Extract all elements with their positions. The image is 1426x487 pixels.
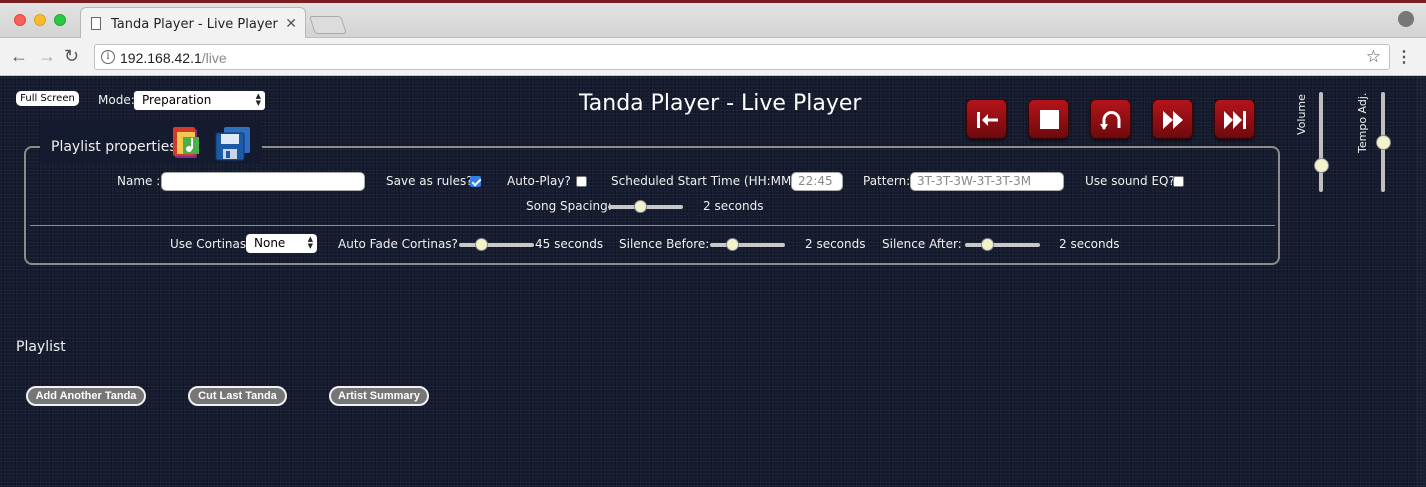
save-as-rules-label: Save as rules? : xyxy=(386,174,481,188)
volume-label: Volume xyxy=(1295,94,1308,135)
playlist-heading: Playlist xyxy=(16,339,66,355)
playlist-properties-legend: Playlist properties xyxy=(40,122,262,164)
bookmark-star-icon[interactable]: ☆ xyxy=(1366,47,1381,67)
address-bar[interactable]: i 192.168.42.1/live ☆ xyxy=(94,44,1390,70)
select-arrows-icon: ▲ ▼ xyxy=(255,92,261,107)
silence-after-value: 2 seconds xyxy=(1059,237,1120,251)
use-cortinas-select[interactable]: None ▲ ▼ xyxy=(246,234,317,253)
name-label: Name : xyxy=(117,174,161,188)
stop-icon xyxy=(1040,110,1059,129)
select-arrows-icon: ▲ ▼ xyxy=(307,235,313,250)
new-tab-button[interactable] xyxy=(309,16,347,34)
info-icon[interactable]: i xyxy=(101,50,115,64)
silence-after-label: Silence After: xyxy=(882,237,962,251)
use-cortinas-label: Use Cortinas: xyxy=(170,237,251,251)
full-screen-button[interactable]: Full Screen xyxy=(16,91,79,106)
page-content: Full Screen Mode: Preparation ▲ ▼ Tanda P… xyxy=(0,76,1426,487)
stop-button[interactable] xyxy=(1028,99,1069,139)
repeat-icon xyxy=(1100,111,1121,130)
browser-tab-bar: Tanda Player - Live Player ✕ xyxy=(0,0,1426,39)
pattern-input[interactable]: 3T-3T-3W-3T-3T-3M xyxy=(910,172,1064,191)
profile-icon[interactable] xyxy=(1398,11,1414,27)
song-spacing-label: Song Spacing: xyxy=(526,199,612,213)
page-scrollbar[interactable] xyxy=(1416,76,1426,487)
mode-select[interactable]: Preparation ▲ ▼ xyxy=(134,91,265,110)
auto-play-checkbox[interactable] xyxy=(576,176,587,187)
repeat-button[interactable] xyxy=(1090,99,1131,139)
url-path: /live xyxy=(201,50,227,66)
window-maximize-button[interactable] xyxy=(54,14,66,26)
page-title: Tanda Player - Live Player xyxy=(579,91,862,116)
restart-button[interactable] xyxy=(966,99,1007,139)
song-spacing-slider[interactable] xyxy=(608,200,683,213)
artist-summary-button[interactable]: Artist Summary xyxy=(329,386,429,406)
fast-forward-button[interactable] xyxy=(1152,99,1193,139)
silence-after-thumb[interactable] xyxy=(980,238,994,251)
start-time-label: Scheduled Start Time (HH:MM) : xyxy=(611,174,804,188)
legend-title: Playlist properties xyxy=(51,139,177,155)
auto-fade-slider[interactable] xyxy=(459,238,534,251)
window-top-edge xyxy=(0,0,1426,3)
use-cortinas-value: None xyxy=(254,236,286,250)
mode-select-value: Preparation xyxy=(142,93,212,107)
tab-close-icon[interactable]: ✕ xyxy=(285,15,297,32)
save-floppy-icon[interactable] xyxy=(215,125,251,161)
browser-tab[interactable]: Tanda Player - Live Player ✕ xyxy=(80,7,306,39)
save-as-rules-checkbox[interactable] xyxy=(470,176,481,187)
reload-icon[interactable]: ↻ xyxy=(64,46,79,66)
auto-fade-label: Auto Fade Cortinas? xyxy=(338,237,458,251)
tempo-slider-thumb[interactable] xyxy=(1376,134,1391,150)
silence-before-label: Silence Before: xyxy=(619,237,710,251)
sound-eq-checkbox[interactable] xyxy=(1173,176,1184,187)
page-icon xyxy=(91,17,101,30)
start-time-input[interactable]: 22:45 xyxy=(791,172,843,191)
url-text[interactable]: 192.168.42.1/live xyxy=(120,50,227,66)
auto-fade-value: 45 seconds xyxy=(535,237,604,251)
auto-fade-thumb[interactable] xyxy=(474,238,488,251)
window-minimize-button[interactable] xyxy=(34,14,46,26)
next-track-button[interactable] xyxy=(1214,99,1255,139)
silence-before-thumb[interactable] xyxy=(725,238,739,251)
fast-forward-icon xyxy=(1163,111,1183,129)
add-another-tanda-button[interactable]: Add Another Tanda xyxy=(26,386,146,406)
pattern-label: Pattern: xyxy=(863,174,911,188)
song-spacing-value: 2 seconds xyxy=(703,199,764,213)
cut-last-tanda-button[interactable]: Cut Last Tanda xyxy=(188,386,287,406)
playlist-music-icon[interactable] xyxy=(171,124,203,160)
sound-eq-label: Use sound EQ? xyxy=(1085,174,1175,188)
volume-slider-track[interactable] xyxy=(1319,92,1323,192)
browser-menu-icon[interactable]: ⋮ xyxy=(1396,47,1412,67)
silence-after-slider[interactable] xyxy=(965,238,1040,251)
silence-before-slider[interactable] xyxy=(710,238,785,251)
song-spacing-thumb[interactable] xyxy=(634,200,648,213)
forward-arrow-icon[interactable]: → xyxy=(38,46,56,66)
name-input[interactable] xyxy=(161,172,365,191)
next-track-icon xyxy=(1224,111,1246,129)
url-host: 192.168.42.1 xyxy=(120,50,202,66)
restart-icon xyxy=(977,112,998,128)
window-close-button[interactable] xyxy=(14,14,26,26)
properties-divider xyxy=(30,225,1275,226)
volume-slider-thumb[interactable] xyxy=(1314,158,1329,174)
tab-title: Tanda Player - Live Player xyxy=(111,17,278,32)
auto-play-label: Auto-Play? : xyxy=(507,174,579,188)
back-arrow-icon[interactable]: ← xyxy=(10,46,28,66)
silence-before-value: 2 seconds xyxy=(805,237,866,251)
tempo-label: Tempo Adj. xyxy=(1356,92,1369,153)
browser-toolbar: ← → ↻ i 192.168.42.1/live ☆ ⋮ xyxy=(0,38,1426,76)
mode-label: Mode: xyxy=(98,93,135,107)
